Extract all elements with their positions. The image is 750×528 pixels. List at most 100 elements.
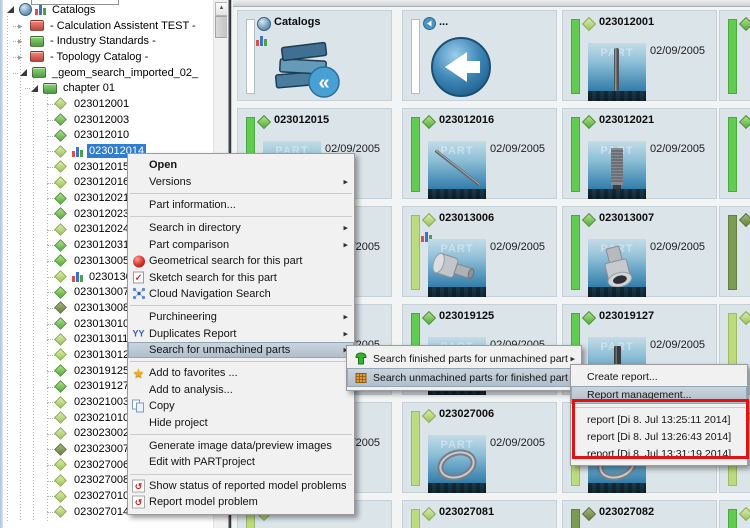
part-cube-icon bbox=[421, 212, 437, 228]
tile-sliver[interactable] bbox=[719, 206, 750, 297]
tree-item-topology-catalog[interactable]: ▸ - Topology Catalog - bbox=[3, 49, 213, 65]
classification-bar bbox=[728, 215, 737, 290]
tree-item-label: 023013007 bbox=[74, 286, 130, 299]
menu-item-search-finished-parts-for-unmachined-part[interactable]: Search finished parts for unmachined par… bbox=[347, 349, 581, 368]
menu-separator bbox=[130, 473, 352, 475]
menu-item-duplicates-report[interactable]: YY Duplicates Report ▸ bbox=[128, 326, 354, 342]
tree-item-label: - Topology Catalog - bbox=[50, 50, 149, 63]
tile-023027081[interactable]: 023027081 bbox=[402, 500, 557, 528]
menu-item-cloud-navigation-search[interactable]: Cloud Navigation Search bbox=[128, 286, 354, 302]
tile-sliver[interactable] bbox=[719, 108, 750, 199]
part-thumbnail: PART bbox=[588, 141, 646, 199]
part-thumbnail: PART bbox=[428, 239, 486, 297]
tile-label: 023027006 bbox=[439, 408, 495, 420]
menu-item-open[interactable]: Open bbox=[128, 157, 354, 173]
tile-023012021[interactable]: 023012021 02/09/2005 PART bbox=[562, 108, 717, 199]
tile-023013006[interactable]: 023013006 02/09/2005 PART bbox=[402, 206, 557, 297]
tree-item-calculation-assistent-test[interactable]: ▸ - Calculation Assistent TEST - bbox=[3, 18, 213, 34]
expand-arrow-icon[interactable] bbox=[7, 6, 14, 14]
expand-arrow-icon[interactable]: ▸ bbox=[18, 52, 28, 62]
tree-item-023012001[interactable]: 023012001 bbox=[3, 96, 213, 112]
tile-sliver[interactable] bbox=[719, 10, 750, 101]
part-cube-icon bbox=[54, 348, 67, 362]
tree-item-023012003[interactable]: 023012003 bbox=[3, 112, 213, 128]
menu-item-label: report [Di 8. Jul 13:31:19 2014] bbox=[587, 447, 732, 460]
part-cube-icon bbox=[54, 489, 67, 503]
classification-bar bbox=[571, 215, 580, 290]
menu-item-versions[interactable]: Versions ▸ bbox=[128, 173, 354, 189]
tile-date: 02/09/2005 bbox=[650, 241, 706, 253]
tile-label: 023013006 bbox=[439, 212, 495, 224]
tree-item-label: - Calculation Assistent TEST - bbox=[50, 19, 196, 32]
tree-item-label: 023027014 bbox=[74, 505, 130, 518]
menu-item-purchineering[interactable]: Purchineering ▸ bbox=[128, 309, 354, 325]
menu-item-part-information[interactable]: Part information... bbox=[128, 197, 354, 213]
menu-item-report-model-problem[interactable]: ↺ Report model problem bbox=[128, 494, 354, 510]
tile-023013007[interactable]: 023013007 02/09/2005 PART bbox=[562, 206, 717, 297]
tile-023012001[interactable]: 023012001 02/09/2005 PART bbox=[562, 10, 717, 101]
collapse-arrow-icon[interactable] bbox=[20, 69, 27, 77]
tree-item-label: 023021003 bbox=[74, 396, 130, 409]
menu-item-copy[interactable]: Copy bbox=[128, 398, 354, 414]
menu-item-create-report[interactable]: Create report... bbox=[571, 368, 747, 386]
menu-item-geometrical-search-for-this-part[interactable]: Geometrical search for this part bbox=[128, 253, 354, 269]
classification-bar bbox=[411, 19, 420, 94]
submenu-arrow-icon: ▸ bbox=[570, 353, 575, 363]
tile-023027082[interactable]: 023027082 bbox=[562, 500, 717, 528]
menu-item-generate-image-data-preview-images[interactable]: Generate image data/preview images bbox=[128, 438, 354, 454]
expand-arrow-icon[interactable]: ▸ bbox=[18, 36, 28, 46]
tile-023027006[interactable]: 023027006 02/09/2005 PART bbox=[402, 402, 557, 493]
tree-item-geom-search-imported-02[interactable]: _geom_search_imported_02_ bbox=[3, 65, 213, 81]
expand-arrow-icon[interactable]: ▸ bbox=[18, 21, 28, 31]
menu-item-report-management[interactable]: Report management... bbox=[571, 386, 747, 404]
tile-023012016[interactable]: 023012016 02/09/2005 PART bbox=[402, 108, 557, 199]
menu-item-label: Search unmachined parts for finished par… bbox=[373, 371, 568, 384]
tree-item-023012010[interactable]: 023012010 bbox=[3, 128, 213, 144]
tile-catalogs[interactable]: Catalogs « bbox=[237, 10, 392, 101]
menu-item-sketch-search-for-this-part[interactable]: ✓ Sketch search for this part bbox=[128, 269, 354, 285]
tree-item-catalogs[interactable]: Catalogs bbox=[3, 2, 213, 18]
part-cube-icon bbox=[54, 285, 67, 299]
tile-label: 023012015 bbox=[274, 114, 330, 126]
classification-bar bbox=[728, 509, 737, 528]
menu-item-part-comparison[interactable]: Part comparison ▸ bbox=[128, 237, 354, 253]
menu-item-search-for-unmachined-parts[interactable]: Search for unmachined parts▸ bbox=[128, 341, 354, 359]
catalog-folder-icon bbox=[32, 67, 46, 79]
statistics-chart-icon bbox=[35, 4, 46, 16]
unmachined-part-icon bbox=[352, 370, 369, 385]
tile-label: 023027081 bbox=[439, 506, 495, 518]
menu-item-add-to-favorites[interactable]: ★ Add to favorites ... bbox=[128, 365, 354, 381]
menu-item-report-di-8-jul-13-31-19-2014[interactable]: report [Di 8. Jul 13:31:19 2014] bbox=[571, 445, 747, 462]
classification-bar bbox=[571, 19, 580, 94]
menu-item-label: Generate image data/preview images bbox=[149, 440, 332, 453]
part-thumbnail: PART bbox=[428, 435, 486, 493]
collapse-arrow-icon[interactable] bbox=[31, 84, 38, 92]
statistics-chart-icon bbox=[72, 146, 83, 157]
menu-item-add-to-analysis[interactable]: Add to analysis... bbox=[128, 382, 354, 398]
menu-item-edit-with-partproject[interactable]: Edit with PARTproject bbox=[128, 454, 354, 470]
menu-item-report-di-8-jul-13-25-11-2014[interactable]: report [Di 8. Jul 13:25:11 2014] bbox=[571, 411, 747, 428]
part-cube-icon bbox=[54, 270, 67, 283]
part-cube-icon bbox=[54, 364, 67, 378]
back-arrow-image[interactable] bbox=[429, 35, 493, 104]
tile-date: 02/09/2005 bbox=[490, 241, 546, 253]
problem-report-icon: ↺ bbox=[130, 495, 147, 510]
tile-sliver[interactable] bbox=[719, 500, 750, 528]
part-cube-icon bbox=[54, 223, 67, 236]
menu-item-hide-project[interactable]: Hide project bbox=[128, 414, 354, 430]
menu-item-report-di-8-jul-13-26-43-2014[interactable]: report [Di 8. Jul 13:26:43 2014] bbox=[571, 428, 747, 445]
finished-part-icon bbox=[352, 351, 369, 366]
tile-item[interactable]: ... bbox=[402, 10, 557, 101]
classification-bar bbox=[411, 411, 420, 486]
checker-floor bbox=[588, 483, 646, 493]
catalogs-globe-icon bbox=[257, 17, 271, 31]
catalogs-globe-icon bbox=[19, 3, 32, 17]
menu-item-search-in-directory[interactable]: Search in directory ▸ bbox=[128, 220, 354, 236]
menu-item-show-status-of-reported-model-problems[interactable]: ↺ Show status of reported model problems bbox=[128, 478, 354, 494]
tree-item-industry-standards[interactable]: ▸ - Industry Standards - bbox=[3, 33, 213, 49]
submenu-report: Create report... Report management... repo… bbox=[570, 364, 748, 466]
menu-item-search-unmachined-parts-for-finished-part[interactable]: Search unmachined parts for finished par… bbox=[347, 368, 581, 387]
tree-item-chapter-01[interactable]: chapter 01 bbox=[3, 80, 213, 96]
catalog-folder-icon bbox=[30, 20, 44, 32]
part-cube-icon bbox=[54, 301, 67, 315]
